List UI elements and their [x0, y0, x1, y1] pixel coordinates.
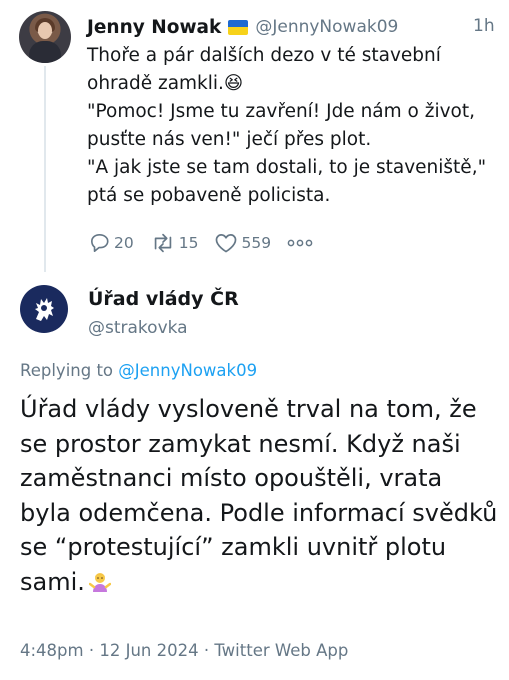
reply-count: 20	[114, 234, 134, 252]
retweet-icon	[154, 233, 171, 253]
tweet-timestamp-source[interactable]: 4:48pm · 12 Jun 2024 · Twitter Web App	[20, 641, 348, 660]
like-button[interactable]: 559	[214, 233, 271, 253]
replying-to-line: Replying to @JennyNowak09	[20, 361, 257, 380]
tweet1-line: "Pomoc! Jsme tu zavření! Jde nám o život…	[87, 101, 475, 150]
tweet1-header: Jenny Nowak @JennyNowak09	[87, 14, 398, 40]
tweet1-actions: 20 15 559	[89, 233, 332, 253]
tweet2-text: Úřad vlády vysloveně trval na tom, že se…	[20, 392, 498, 599]
replying-prefix: Replying to	[20, 361, 114, 380]
like-count: 559	[241, 234, 272, 252]
czech-lion-emblem-icon	[35, 298, 54, 321]
mention-link[interactable]: @JennyNowak09	[118, 361, 257, 380]
ukraine-flag-icon	[228, 19, 249, 35]
reply-button[interactable]: 20	[89, 233, 134, 253]
author-name[interactable]: Jenny Nowak	[87, 17, 221, 38]
more-button[interactable]	[287, 238, 316, 248]
tweet1-text: Thoře a pár dalších dezo v té stavební o…	[87, 42, 497, 210]
author-handle[interactable]: @JennyNowak09	[255, 17, 398, 37]
author-name[interactable]: Úřad vlády ČR	[88, 288, 239, 310]
avatar-urad-vlady[interactable]	[20, 285, 68, 333]
retweet-count: 15	[178, 234, 199, 252]
tweet1-line: "A jak jste se tam dostali, to je staven…	[87, 157, 487, 206]
thread-connector-line	[44, 66, 46, 272]
tweet-time[interactable]: 1h	[473, 16, 495, 36]
author-handle[interactable]: @strakovka	[88, 318, 188, 338]
person-shrugging-emoji	[88, 572, 111, 592]
retweet-button[interactable]: 15	[150, 233, 199, 253]
tweet1-line: Thoře a pár dalších dezo v té stavební o…	[87, 45, 441, 94]
reply-icon	[91, 234, 109, 252]
more-dots-icon	[287, 239, 313, 247]
avatar-jenny-nowak[interactable]	[19, 11, 71, 63]
tweet2-body: Úřad vlády vysloveně trval na tom, že se…	[20, 395, 498, 596]
heart-icon	[216, 234, 237, 253]
